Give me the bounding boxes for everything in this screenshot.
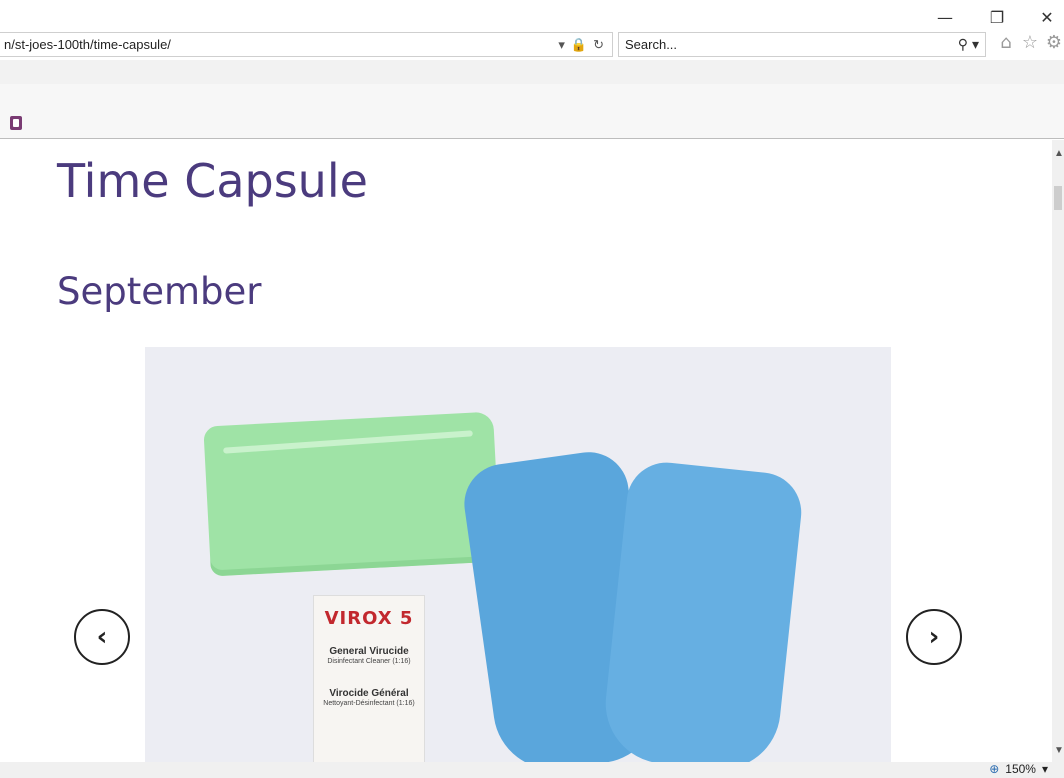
packet-text: Nettoyant-Désinfectant (1:16) [323,700,415,707]
address-url[interactable]: n/st-joes-100th/time-capsule/ [0,37,558,52]
lock-icon[interactable]: 🔒 [571,37,587,53]
zoom-control[interactable]: ⊕ 150% ▾ [989,762,1048,776]
packet-text: Virocide Général [329,688,409,699]
favorites-star-icon[interactable]: ☆ [1020,32,1040,53]
packet-text: General Virucide [329,646,409,657]
status-bar: ⊕ 150% ▾ [0,762,1064,778]
carousel-photo: VIROX 5 General Virucide Disinfectant Cl… [145,347,891,762]
settings-gear-icon[interactable]: ⚙ [1044,32,1064,53]
page-title: Time Capsule [57,154,368,208]
vertical-scrollbar[interactable]: ▲ ▼ [1052,140,1064,762]
packet-text: Disinfectant Cleaner (1:16) [327,658,411,665]
address-bar[interactable]: n/st-joes-100th/time-capsule/ ▾ 🔒 ↻ [0,32,613,57]
chevron-left-icon: ‹ [96,622,108,652]
favorites-bar [0,84,1064,139]
toolbar-icons: ⌂ ☆ ⚙ [996,32,1064,53]
address-row: n/st-joes-100th/time-capsule/ ▾ 🔒 ↻ ⚲ ▾ … [0,30,1064,60]
tab-strip [0,60,1064,84]
month-heading: September [57,270,262,313]
zoom-dropdown-icon[interactable]: ▾ [1042,762,1048,776]
chevron-right-icon: › [928,622,940,652]
zoom-level: 150% [1005,762,1036,776]
dropdown-arrow-icon[interactable]: ▾ [558,37,565,53]
search-box[interactable]: ⚲ ▾ [618,32,986,57]
search-icons: ⚲ ▾ [958,36,985,53]
close-icon[interactable]: ✕ [1036,6,1058,28]
image-carousel: VIROX 5 General Virucide Disinfectant Cl… [0,347,1052,762]
refresh-icon[interactable]: ↻ [593,37,604,53]
search-icon[interactable]: ⚲ [958,36,968,53]
minimize-icon[interactable]: — [934,6,956,28]
search-input[interactable] [619,37,958,52]
window-controls: — ❐ ✕ [914,0,1064,30]
scroll-down-icon[interactable]: ▼ [1054,745,1064,756]
zoom-icon: ⊕ [989,762,1000,776]
scroll-thumb[interactable] [1054,186,1062,210]
search-dropdown-icon[interactable]: ▾ [972,36,979,53]
packet-brand: VIROX 5 [324,608,414,629]
carousel-next-button[interactable]: › [906,609,962,665]
disinfectant-packet: VIROX 5 General Virucide Disinfectant Cl… [313,595,425,762]
home-icon[interactable]: ⌂ [996,32,1016,53]
restore-icon[interactable]: ❐ [986,6,1008,28]
favorite-site-icon[interactable] [10,116,22,130]
carousel-prev-button[interactable]: ‹ [74,609,130,665]
page-content: Time Capsule September VIROX 5 General V… [0,140,1052,762]
scroll-up-icon[interactable]: ▲ [1054,148,1064,159]
address-icons: ▾ 🔒 ↻ [558,37,612,53]
blue-glove [599,458,806,762]
